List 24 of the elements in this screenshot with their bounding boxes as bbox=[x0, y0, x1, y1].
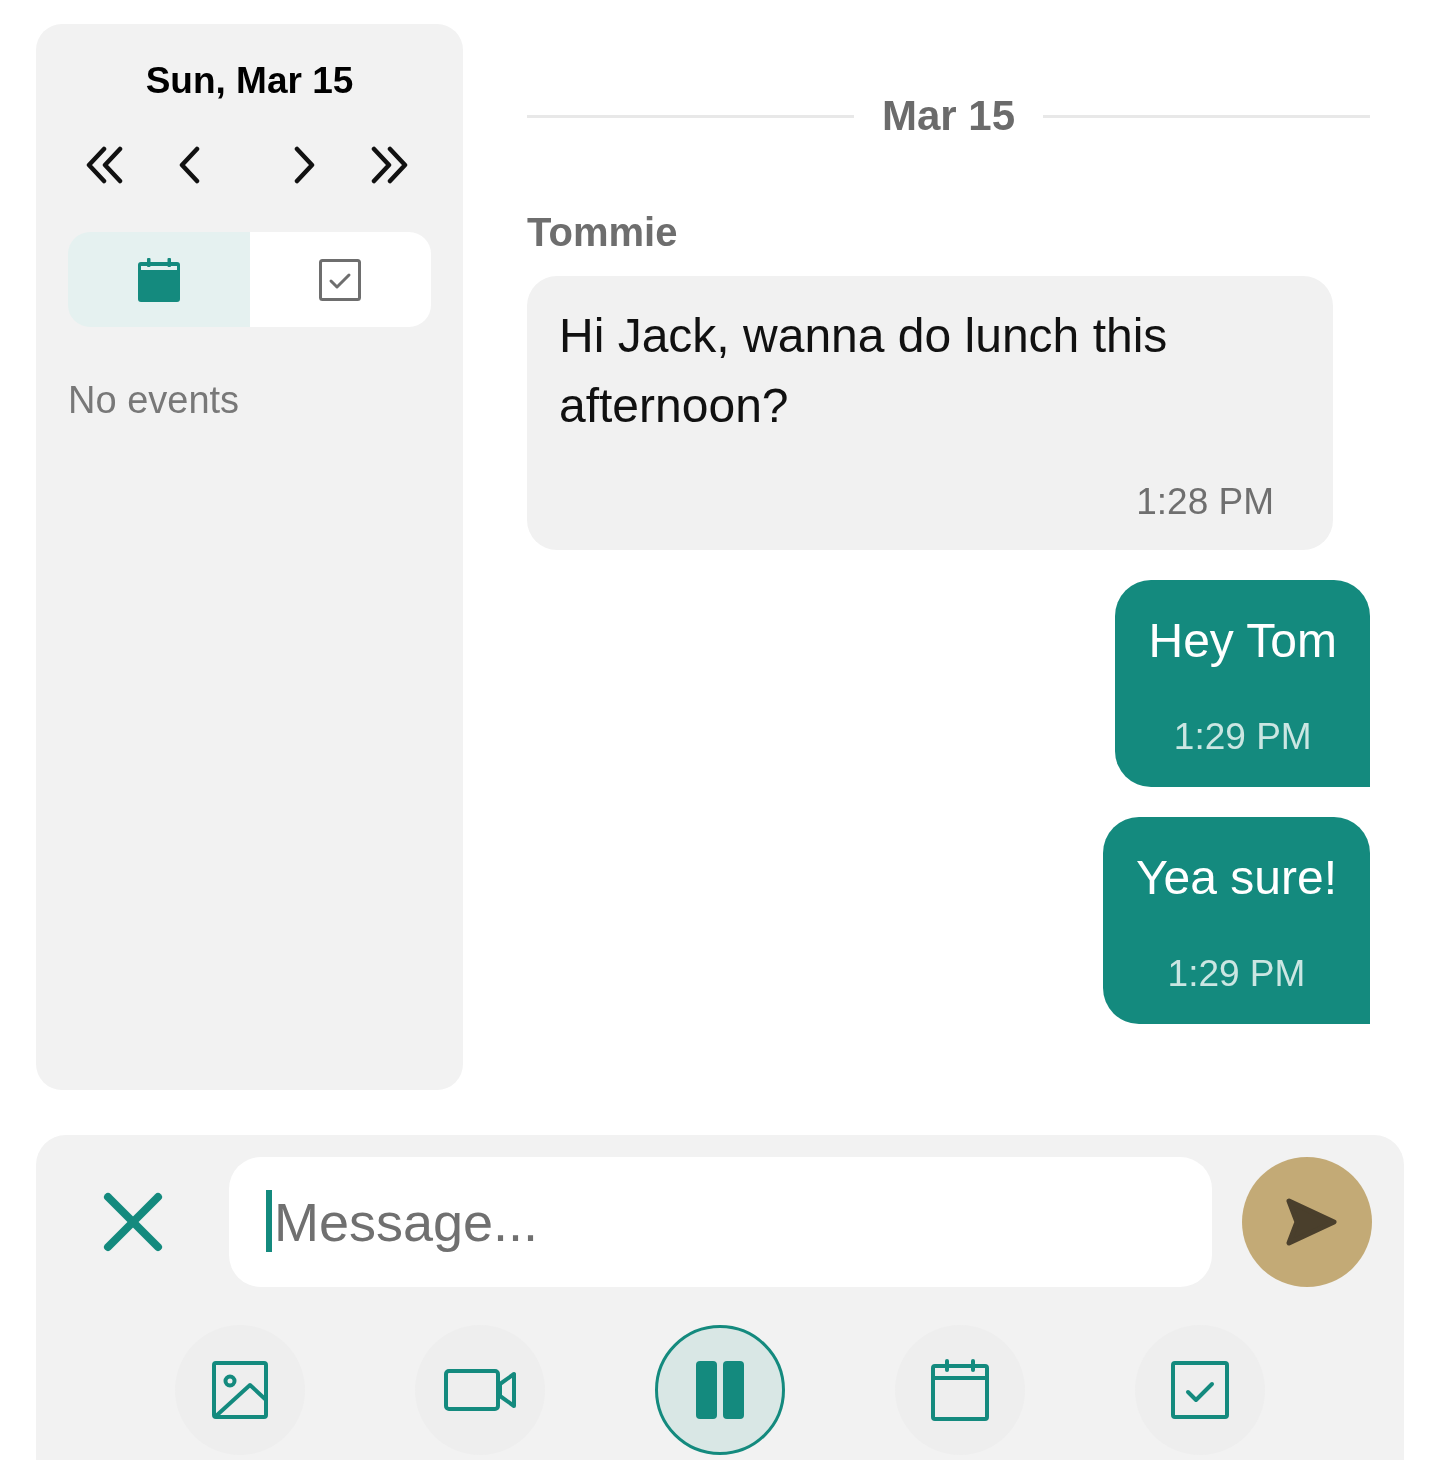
text-cursor-icon bbox=[266, 1190, 272, 1252]
send-icon bbox=[1285, 1197, 1337, 1247]
tasks-tab[interactable] bbox=[249, 232, 431, 327]
checkbox-icon bbox=[319, 258, 362, 301]
video-camera-icon bbox=[444, 1369, 516, 1411]
message-input[interactable]: Message... bbox=[229, 1157, 1212, 1287]
empty-message: No events bbox=[68, 378, 241, 422]
calendar-icon bbox=[931, 1359, 989, 1421]
date-title: Sun, Mar 15 bbox=[144, 59, 355, 103]
sender-name: Tommie bbox=[527, 209, 679, 256]
close-button[interactable] bbox=[103, 1192, 163, 1252]
close-icon bbox=[103, 1192, 163, 1252]
image-icon bbox=[212, 1361, 268, 1419]
message-text: Yea sure! bbox=[1135, 850, 1337, 906]
checkbox-icon bbox=[1171, 1361, 1229, 1419]
message-time: 1:29 PM bbox=[1167, 952, 1306, 996]
message-text: Hi Jack, wanna do lunch this afternoon? bbox=[559, 308, 1169, 434]
calendar-icon bbox=[137, 257, 180, 302]
message-time: 1:28 PM bbox=[1136, 480, 1274, 524]
calendar-tab[interactable] bbox=[68, 232, 250, 327]
date-divider-label: Mar 15 bbox=[881, 91, 1016, 141]
pause-icon bbox=[696, 1361, 744, 1419]
message-time: 1:29 PM bbox=[1173, 715, 1312, 759]
message-text: Hey Tom bbox=[1148, 613, 1337, 669]
